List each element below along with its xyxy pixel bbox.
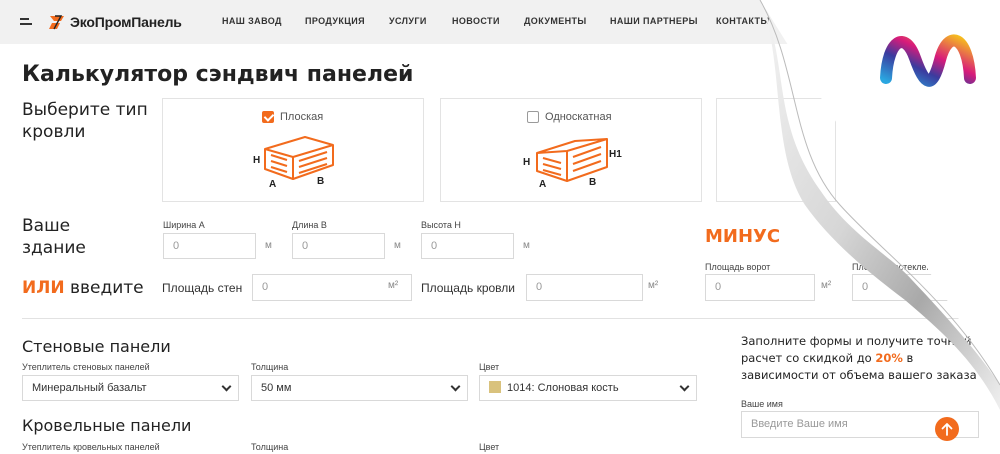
single-slope-building-icon: H H1 A B [523,138,622,190]
nav-item-partners[interactable]: НАШИ ПАРТНЕРЫ [610,16,698,26]
height-h-input[interactable]: 0 [421,233,514,259]
roof-single-slope-checkbox[interactable] [527,111,539,123]
flat-roof-building-icon: H A B [253,136,334,190]
roof-flat-checkbox[interactable] [262,111,274,123]
roof-panels-title: Кровельные панели [22,416,192,435]
brand-logo-icon [880,34,976,87]
height-h-label: Высота Н [421,220,461,230]
wall-thickness-label: Толщина [251,362,289,372]
wall-thickness-select[interactable]: 50 мм [251,375,468,401]
wall-thickness-value: 50 мм [261,382,292,394]
building-label: Ваше здание [22,216,86,258]
height-h-unit: м [523,240,530,251]
nav-item-documents[interactable]: ДОКУМЕНТЫ [524,16,587,26]
roof-area-unit: м² [648,280,659,291]
nav-item-contacts[interactable]: КОНТАКТЫ [716,16,770,26]
logo-text: ЭкоПромПанель [70,14,182,30]
roof-color-label: Цвет [479,442,500,452]
roof-single-slope-title: Односкатная [545,111,612,123]
wall-color-label: Цвет [479,362,500,372]
wall-color-select[interactable]: 1014: Слоновая кость [479,375,697,401]
roof-option-third[interactable] [716,98,836,202]
flat-label-a: A [269,179,276,190]
roof-insulation-label: Утеплитель кровельных панелей [22,442,160,452]
promo-discount: 20% [875,351,903,365]
nav-item-services[interactable]: УСЛУГИ [389,16,427,26]
name-label: Ваше имя [741,399,783,409]
slope-label-h1: H1 [609,149,622,160]
width-a-input[interactable]: 0 [163,233,256,259]
glazing-area-label: Площадь остекления [852,262,942,272]
or-accent: ИЛИ [22,278,65,298]
gate-area-unit: м² [821,280,832,291]
or-enter-text: введите [64,278,144,298]
wall-insulation-value: Минеральный базальт [32,382,147,394]
length-b-unit: м [394,240,401,251]
wall-insulation-select[interactable]: Минеральный базальт [22,375,239,401]
flat-label-h: H [253,155,260,166]
gate-area-input[interactable]: 0 [705,274,815,301]
nav-item-our-plant[interactable]: НАШ ЗАВОД [222,16,282,26]
color-swatch [489,381,501,393]
menu-icon[interactable] [20,18,32,26]
site-logo[interactable]: ЭкоПромПанель [48,11,182,33]
wall-insulation-label: Утеплитель стеновых панелей [22,362,150,372]
slope-label-b: B [589,177,596,188]
flat-label-b: B [317,176,324,187]
roof-option-single-slope[interactable]: Односкатная H H1 A B [440,98,702,202]
width-a-label: Ширина А [163,220,205,230]
logo-mark-icon [48,12,68,32]
promo-text-before: Заполните формы и получите точный расчет… [741,334,972,365]
minus-title: МИНУС [705,226,781,247]
roof-thickness-label: Толщина [251,442,289,452]
roof-option-flat[interactable]: Плоская H A B [162,98,424,202]
arrow-up-icon [941,423,953,436]
site-header: ЭкоПромПанель НАШ ЗАВОД ПРОДУКЦИЯ УСЛУГИ… [0,0,1000,44]
roof-area-input[interactable]: 0 [526,274,643,301]
submit-button[interactable] [935,417,959,441]
slope-label-h: H [523,157,530,168]
roof-type-label: Выберите тип кровли [22,100,148,142]
gate-area-label: Площадь ворот [705,262,771,272]
slope-label-a: A [539,179,546,190]
width-a-unit: м [265,240,272,251]
roof-flat-title: Плоская [280,111,324,123]
or-enter-label: ИЛИ введите [22,277,144,299]
length-b-input[interactable]: 0 [292,233,385,259]
wall-panels-title: Стеновые панели [22,337,171,356]
glazing-area-input[interactable]: 0 [852,274,960,301]
wall-area-unit: м² [388,280,399,291]
chevron-down-icon [221,381,232,392]
roof-area-label: Площадь кровли [421,281,515,295]
length-b-label: Длина В [292,220,327,230]
section-divider [22,318,977,319]
chevron-down-icon [679,381,690,392]
nav-item-news[interactable]: НОВОСТИ [452,16,500,26]
wall-area-label: Площадь стен [162,281,243,295]
promo-text: Заполните формы и получите точный расчет… [741,333,981,384]
glazing-area-unit: м² [965,280,976,291]
chevron-down-icon [450,381,461,392]
nav-item-products[interactable]: ПРОДУКЦИЯ [305,16,365,26]
page-title: Калькулятор сэндвич панелей [22,62,414,87]
wall-color-value: 1014: Слоновая кость [507,382,619,394]
